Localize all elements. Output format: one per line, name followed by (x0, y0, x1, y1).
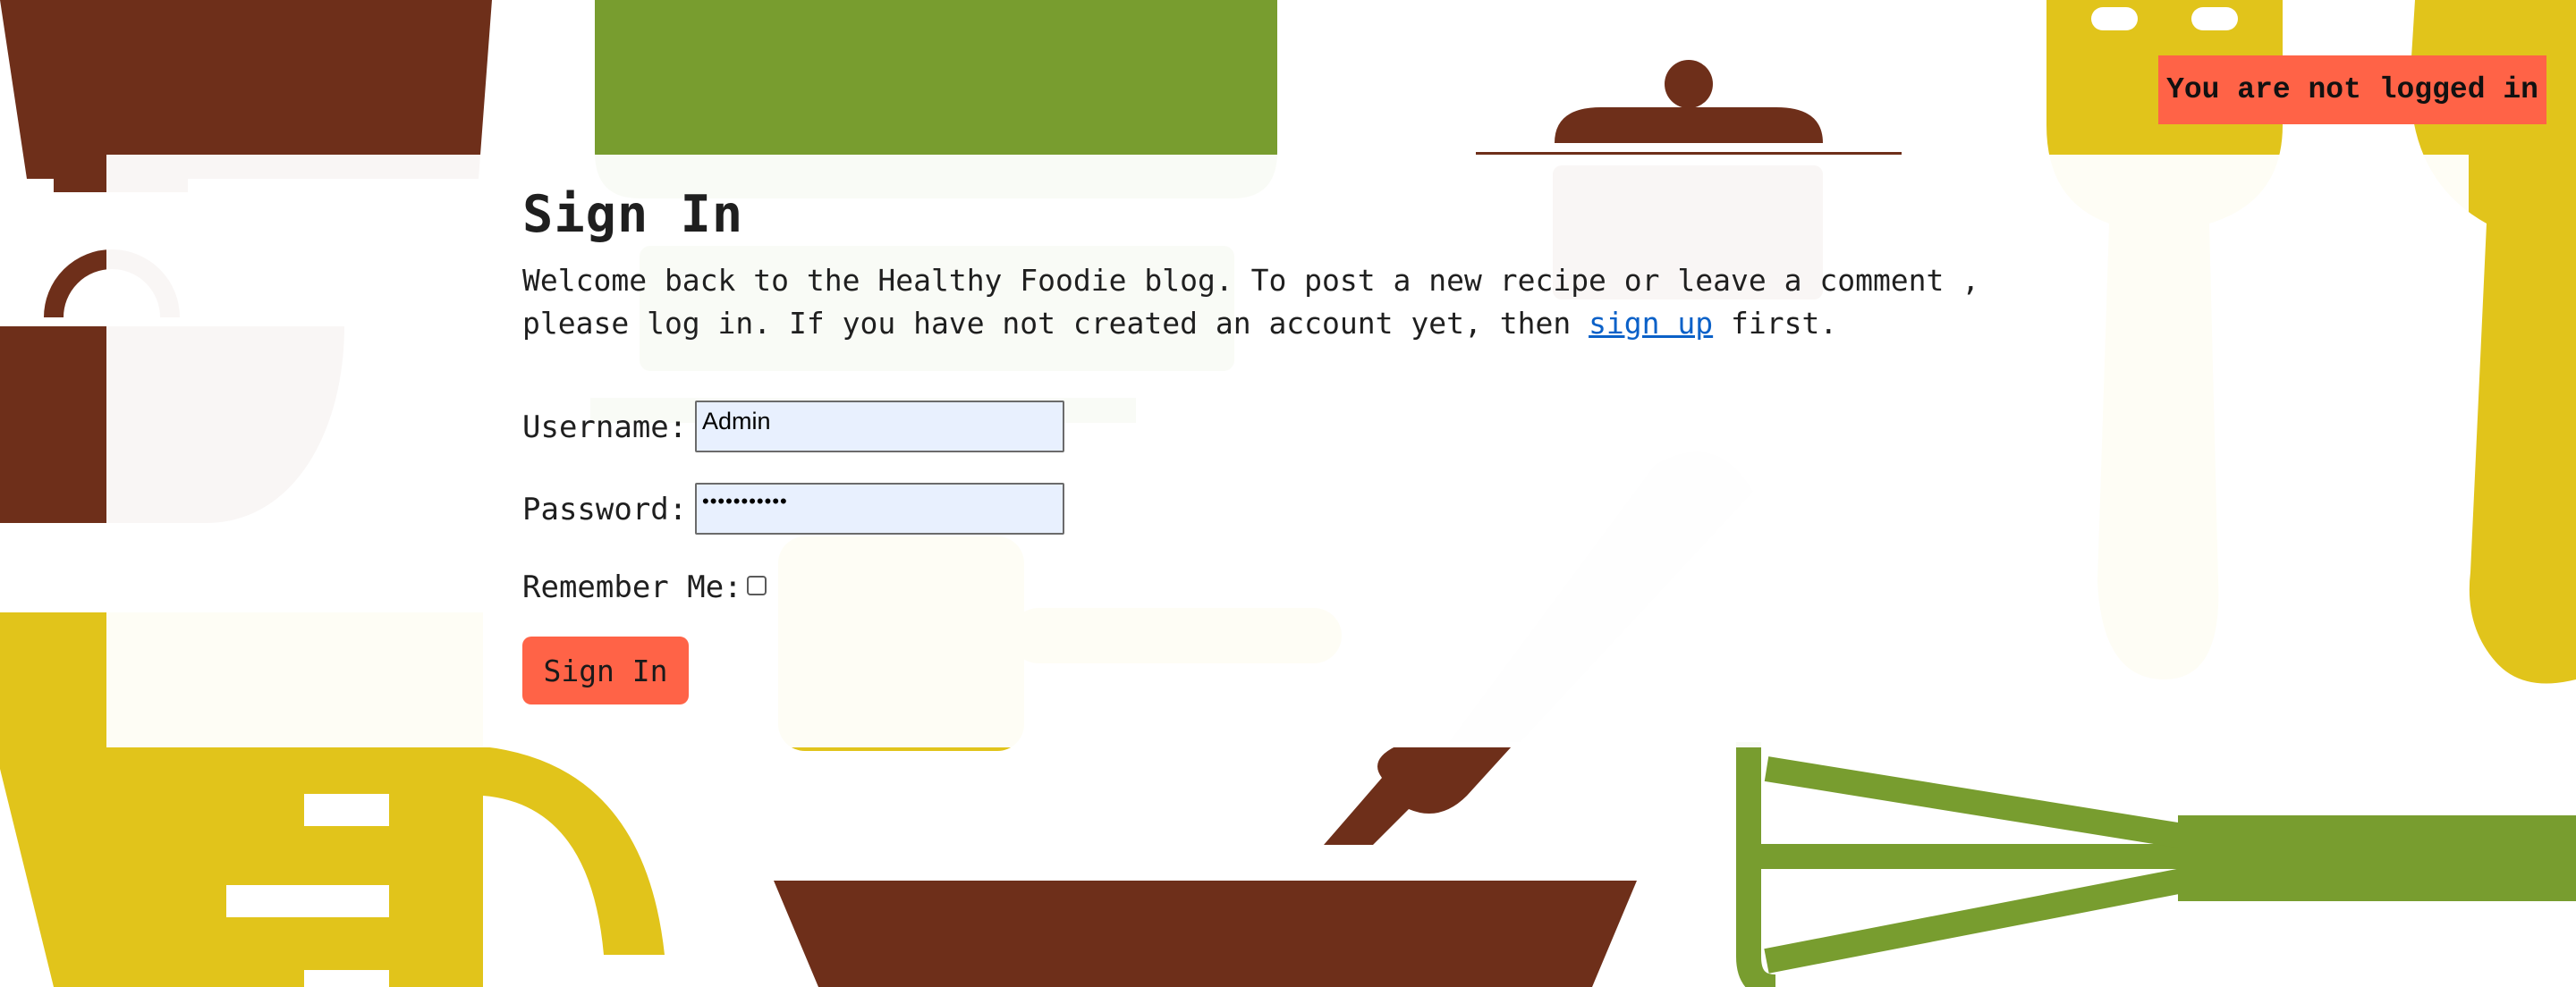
remember-me-checkbox[interactable] (747, 576, 767, 595)
password-input[interactable]: ••••••••••• (695, 483, 1064, 535)
remember-me-label: Remember Me: (522, 569, 742, 605)
sign-in-button[interactable]: Sign In (522, 637, 689, 704)
page-title: Sign In (522, 185, 744, 244)
password-row: Password: (522, 492, 687, 527)
login-status-badge: You are not logged in (2158, 55, 2546, 124)
whisk-icon (1736, 742, 2185, 987)
sign-in-section: Sign In Welcome back to the Healthy Food… (522, 179, 2097, 345)
username-row: Username: (522, 409, 687, 445)
intro-text-end: first. (1713, 306, 1838, 341)
remember-row: Remember Me: (522, 569, 742, 605)
username-label: Username: (522, 409, 688, 445)
password-label: Password: (522, 492, 688, 527)
sign-up-link[interactable]: sign up (1589, 306, 1713, 341)
skillet-icon (774, 881, 1637, 987)
username-input[interactable]: Admin (695, 401, 1064, 452)
intro-text: Welcome back to the Healthy Foodie blog.… (522, 259, 2079, 345)
